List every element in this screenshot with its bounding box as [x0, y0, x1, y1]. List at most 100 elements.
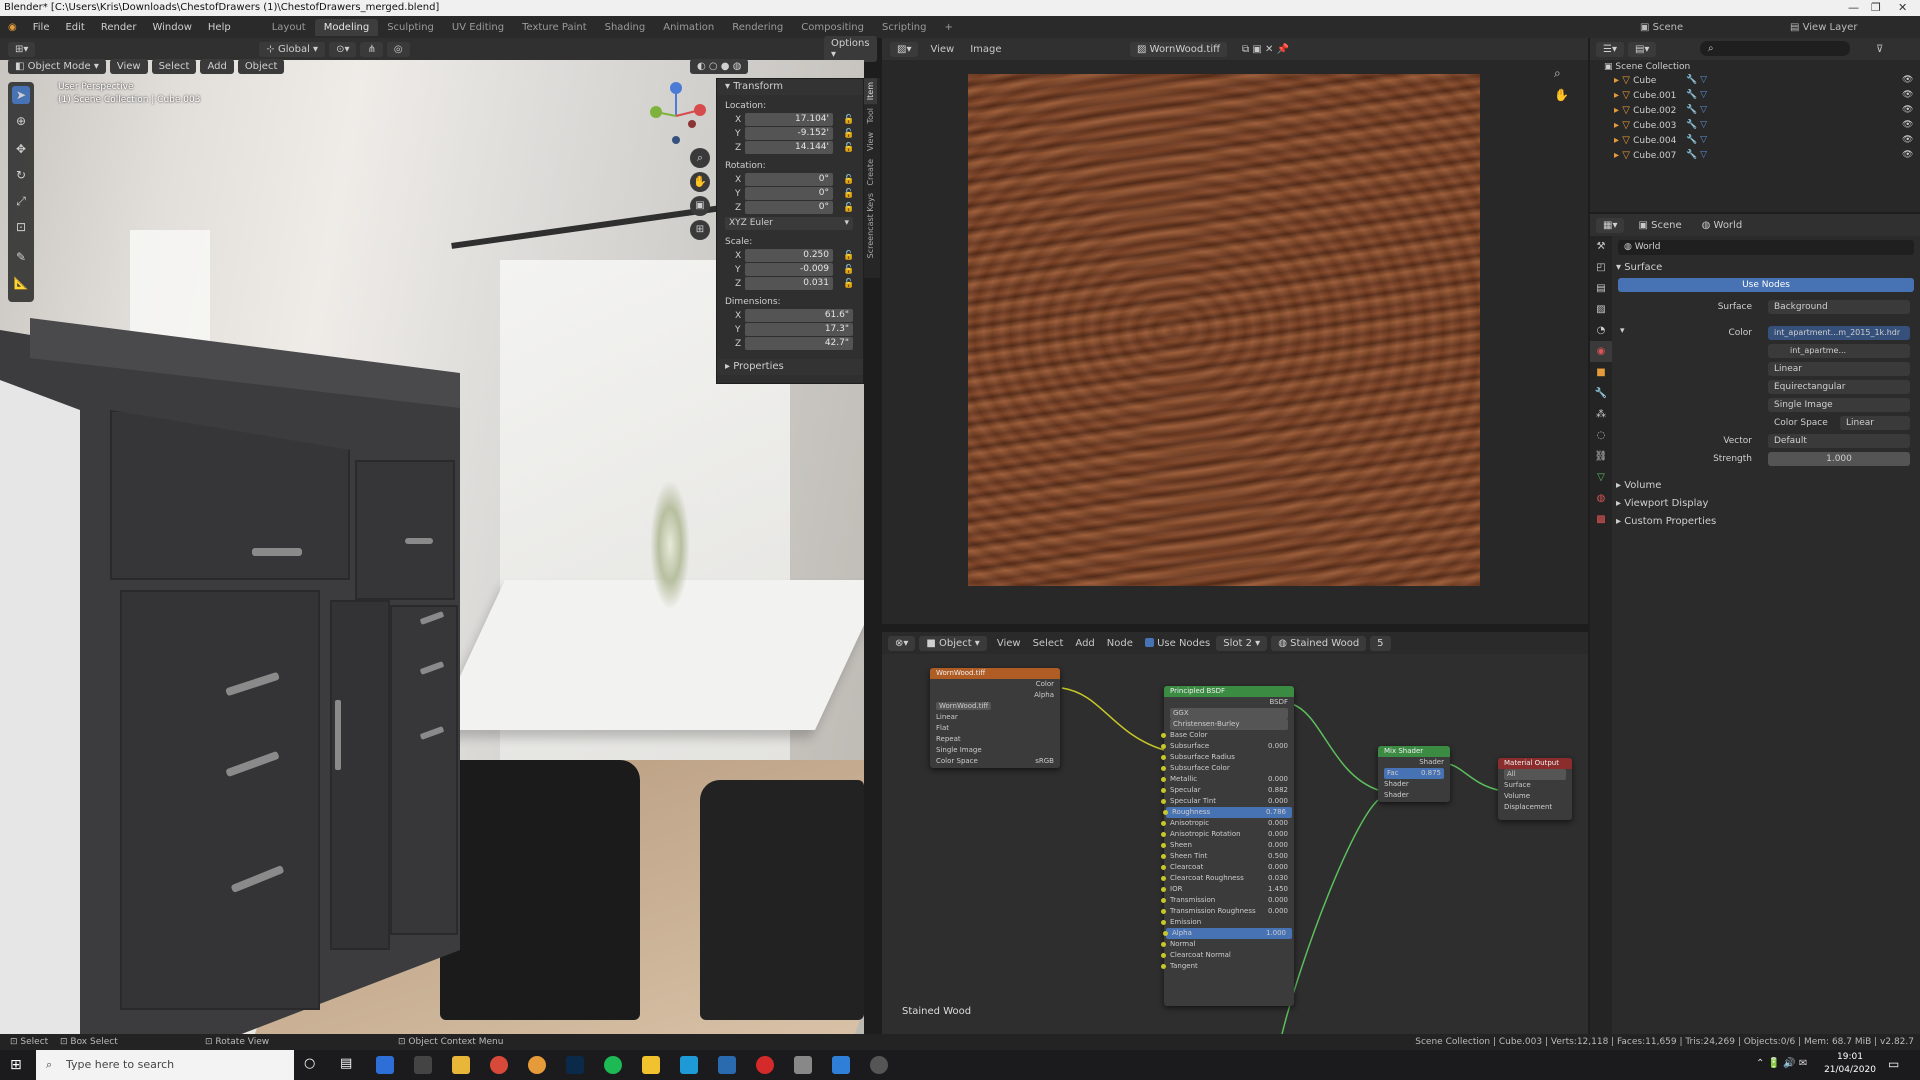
rotate-tool-icon[interactable]: ↻	[12, 166, 30, 184]
object-tab-icon[interactable]: ■	[1590, 362, 1612, 383]
visibility-eye-icon[interactable]: 👁	[1902, 90, 1913, 100]
texture-tab-icon[interactable]: ▩	[1590, 509, 1612, 530]
bsdf-input-row[interactable]: Normal	[1161, 939, 1294, 950]
snap-icon[interactable]: ⋔	[360, 41, 383, 57]
outliner-item[interactable]: ▸ ▽ Cube.004 🔧 ▽ 👁	[1590, 134, 1920, 149]
spotify-icon[interactable]	[604, 1056, 622, 1074]
restore-icon[interactable]: ❐	[1871, 0, 1881, 16]
notifications-icon[interactable]: ▭	[1888, 1057, 1899, 1071]
material-output-node[interactable]: Material Output All Surface Volume Displ…	[1498, 758, 1572, 820]
outliner-item[interactable]: ▸ ▽ Cube 🔧 ▽ 👁	[1590, 74, 1920, 89]
image-selector[interactable]: ▨ WornWood.tiff	[1130, 41, 1227, 57]
vector-dropdown[interactable]: Default	[1768, 434, 1910, 448]
shading-buttons[interactable]: ◐ ○ ● ◍	[690, 58, 749, 74]
custom-properties-section[interactable]: ▸ Custom Properties	[1616, 516, 1716, 527]
input-socket[interactable]	[1161, 898, 1166, 903]
input-socket[interactable]	[1163, 931, 1168, 936]
camera-icon[interactable]: ▣	[690, 196, 710, 216]
viewport-menu-select[interactable]: Select	[151, 58, 197, 74]
zoom-icon[interactable]: ⌕	[1554, 66, 1561, 81]
measure-tool-icon[interactable]: 📐	[12, 274, 30, 292]
viewport-display-section[interactable]: ▸ Viewport Display	[1616, 498, 1708, 509]
file-explorer-icon[interactable]	[452, 1056, 470, 1074]
transform-tool-icon[interactable]: ⊡	[12, 218, 30, 236]
menu-render[interactable]: Render	[93, 22, 145, 33]
slot-dropdown[interactable]: Slot 2 ▾	[1216, 635, 1268, 651]
viewport-menu-object[interactable]: Object	[237, 58, 285, 74]
bsdf-input-row[interactable]: Emission	[1161, 917, 1294, 928]
output-tab-icon[interactable]: ▤	[1590, 278, 1612, 299]
bsdf-input-row[interactable]: Transmission 0.000	[1161, 895, 1294, 906]
mode-dropdown[interactable]: ◧ Object Mode ▾	[8, 58, 106, 74]
dimension-y-field[interactable]: 17.3"	[745, 323, 853, 336]
use-nodes-checkbox[interactable]: Use Nodes	[1139, 638, 1216, 649]
lock-icon[interactable]: 🔓	[843, 141, 854, 155]
tab-screencast-keys[interactable]: Screencast Keys	[864, 189, 877, 262]
data-tab-icon[interactable]: ▽	[1590, 467, 1612, 488]
close-icon[interactable]: ✕	[1898, 0, 1907, 16]
sss-method-dropdown[interactable]: Christensen-Burley	[1170, 719, 1288, 730]
scale-z-field[interactable]: 0.031	[745, 277, 833, 290]
location-y-field[interactable]: -9.152'	[745, 127, 833, 140]
annotate-tool-icon[interactable]: ✎	[12, 248, 30, 266]
app-icon[interactable]	[870, 1056, 888, 1074]
lock-icon[interactable]: 🔓	[843, 113, 854, 127]
input-socket[interactable]	[1161, 854, 1166, 859]
node-menu-select[interactable]: Select	[1027, 638, 1070, 649]
bsdf-input-row[interactable]: Sheen Tint 0.500	[1161, 851, 1294, 862]
select-tool-icon[interactable]: ➤	[12, 86, 30, 104]
bsdf-input-row[interactable]: IOR 1.450	[1161, 884, 1294, 895]
zoom-icon[interactable]: ⌕	[690, 148, 710, 168]
material-selector[interactable]: ◍ Stained Wood	[1271, 635, 1367, 651]
rotation-x-field[interactable]: 0°	[745, 173, 833, 186]
bsdf-input-row[interactable]: Subsurface Color	[1161, 763, 1294, 774]
image-menu-image[interactable]: Image	[962, 44, 1009, 55]
input-socket[interactable]	[1161, 733, 1166, 738]
outliner-item[interactable]: ▸ ▽ Cube.002 🔧 ▽ 👁	[1590, 104, 1920, 119]
image-browse-icons[interactable]: ⧉ ▣ ✕ 📌	[1242, 44, 1289, 55]
node-menu-node[interactable]: Node	[1101, 638, 1139, 649]
visibility-eye-icon[interactable]: 👁	[1902, 105, 1913, 115]
render-tab-icon[interactable]: ◰	[1590, 257, 1612, 278]
bsdf-input-row[interactable]: Metallic 0.000	[1161, 774, 1294, 785]
minimize-icon[interactable]: —	[1848, 0, 1859, 16]
tab-animation[interactable]: Animation	[654, 19, 723, 36]
orientation-dropdown[interactable]: ⊹ Global ▾	[259, 41, 326, 57]
viewport-menu-view[interactable]: View	[109, 58, 148, 74]
app-icon[interactable]	[376, 1056, 394, 1074]
app-icon[interactable]	[794, 1056, 812, 1074]
task-view-icon[interactable]: ▤	[340, 1056, 352, 1071]
surface-section[interactable]: ▾ Surface	[1616, 262, 1662, 273]
surface-dropdown[interactable]: Background	[1768, 300, 1910, 314]
add-workspace-icon[interactable]: +	[935, 19, 961, 36]
tab-scripting[interactable]: Scripting	[873, 19, 935, 36]
tab-sculpting[interactable]: Sculpting	[378, 19, 443, 36]
tab-layout[interactable]: Layout	[263, 19, 315, 36]
input-socket[interactable]	[1161, 865, 1166, 870]
node-editor-type-icon[interactable]: ⊗▾	[888, 635, 916, 651]
interp-dropdown[interactable]: Linear	[930, 712, 1060, 723]
particles-tab-icon[interactable]: ⁂	[1590, 404, 1612, 425]
rotation-y-field[interactable]: 0°	[745, 187, 833, 200]
tab-item[interactable]: Item	[864, 78, 877, 105]
tool-tab-icon[interactable]: ⚒	[1590, 236, 1612, 257]
breadcrumb-scene[interactable]: ▣ Scene	[1628, 220, 1691, 231]
tab-modeling[interactable]: Modeling	[314, 18, 379, 36]
image-editor-type-icon[interactable]: ▨▾	[890, 41, 919, 57]
properties-type-icon[interactable]: ▦▾	[1596, 217, 1625, 233]
input-socket[interactable]	[1161, 876, 1166, 881]
visibility-eye-icon[interactable]: 👁	[1902, 135, 1913, 145]
fac-field[interactable]: Fac 0.875	[1384, 768, 1444, 779]
distribution-dropdown[interactable]: GGX	[1170, 708, 1288, 719]
blender-logo-icon[interactable]: ◉	[0, 22, 25, 33]
bsdf-input-row[interactable]: Subsurface Radius	[1161, 752, 1294, 763]
material-tab-icon[interactable]: ◍	[1590, 488, 1612, 509]
blender-icon[interactable]	[528, 1056, 546, 1074]
input-socket[interactable]	[1161, 821, 1166, 826]
location-x-field[interactable]: 17.104'	[745, 113, 833, 126]
tab-create[interactable]: Create	[864, 155, 877, 190]
env-image-selector[interactable]: int_apartme...	[1768, 344, 1910, 358]
lock-icon[interactable]: 🔓	[843, 277, 854, 291]
env-colorspace-dropdown[interactable]: Linear	[1840, 416, 1910, 430]
tab-rendering[interactable]: Rendering	[723, 19, 792, 36]
